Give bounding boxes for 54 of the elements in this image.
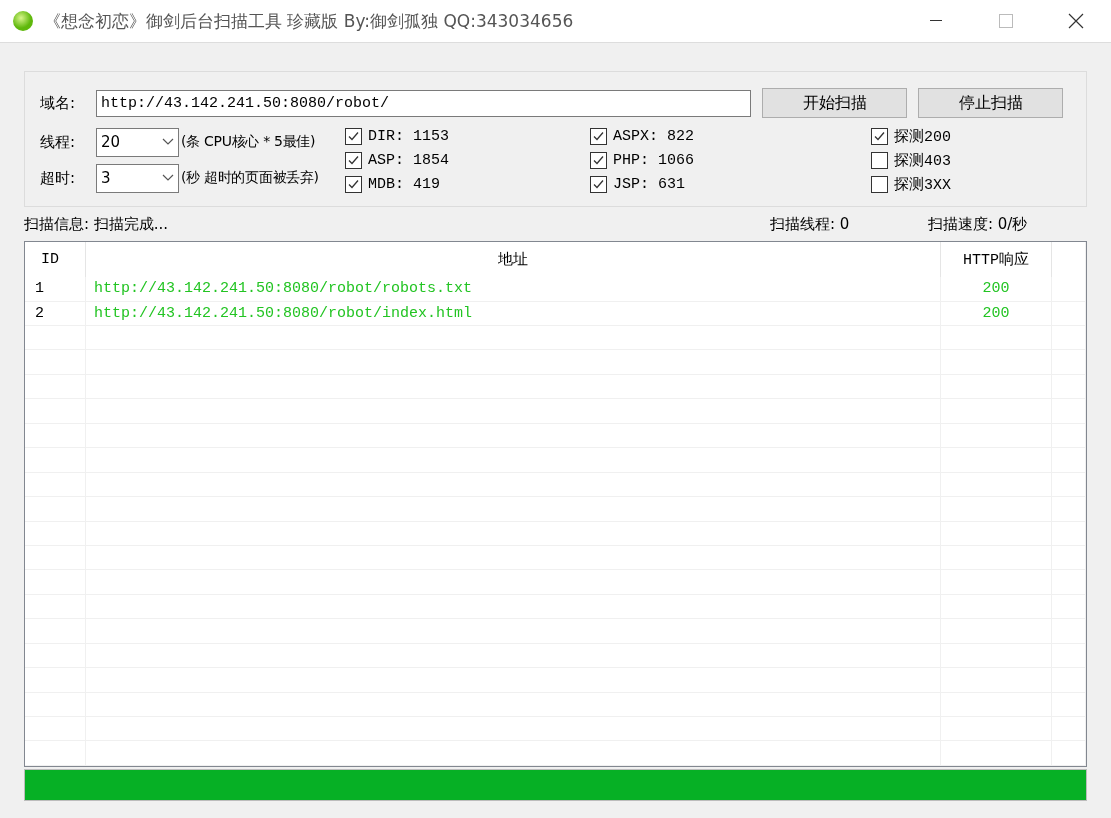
timeout-label: 超时: — [40, 168, 77, 188]
dropdown[interactable]: 3 — [96, 163, 179, 193]
table-cell: 2 — [25, 301, 86, 326]
window-title: 《想念初恋》御剑后台扫描工具 珍藏版 By:御剑孤独 QQ:343034656 — [44, 9, 575, 33]
domain-label: 域名: — [40, 93, 77, 113]
table-cell: 1 — [25, 277, 86, 301]
checkbox[interactable] — [590, 151, 607, 169]
column-header[interactable]: HTTP响应 — [941, 242, 1052, 278]
checkbox-label: JSP: 631 — [613, 175, 685, 193]
checkmark-icon — [347, 129, 360, 143]
threads-label: 线程: — [40, 132, 77, 152]
table-cell: 200 — [941, 301, 1052, 326]
checkmark-icon — [873, 129, 886, 143]
table-cell: http://43.142.241.50:8080/robot/robots.txt — [86, 277, 941, 301]
checkbox[interactable] — [345, 151, 362, 169]
checkbox[interactable] — [590, 127, 607, 145]
hint-text: (条 CPU核心 * 5最佳) — [181, 133, 316, 151]
app-icon — [12, 10, 34, 32]
checkmark-icon — [347, 177, 360, 191]
stop-scan-button[interactable]: 停止扫描 — [918, 88, 1063, 118]
scan-info: 扫描信息: 扫描完成... — [24, 214, 170, 234]
checkbox[interactable] — [871, 151, 888, 169]
checkbox-label: PHP: 1066 — [613, 151, 694, 169]
chevron-down-icon — [162, 138, 174, 146]
checkbox[interactable] — [345, 175, 362, 193]
maximize-icon — [999, 14, 1013, 28]
checkbox-label: MDB: 419 — [368, 175, 440, 193]
checkbox-label: 探测403 — [894, 151, 951, 170]
checkbox-label: ASP: 1854 — [368, 151, 449, 169]
scan-threads: 扫描线程: 0 — [770, 214, 851, 234]
checkmark-icon — [347, 153, 360, 167]
checkmark-icon — [592, 177, 605, 191]
column-header[interactable]: ID — [25, 242, 86, 278]
checkmark-icon — [592, 153, 605, 167]
domain-input[interactable]: http://43.142.241.50:8080/robot/ — [96, 89, 751, 117]
start-scan-button[interactable]: 开始扫描 — [762, 88, 907, 118]
checkbox-label: 探测3XX — [894, 175, 951, 194]
close-icon — [1068, 13, 1084, 29]
checkbox[interactable] — [871, 127, 888, 145]
minimize-icon — [930, 20, 942, 22]
hint-text: (秒 超时的页面被丢弃) — [181, 169, 319, 187]
table-cell: http://43.142.241.50:8080/robot/index.html — [86, 301, 941, 326]
checkbox[interactable] — [345, 127, 362, 145]
dropdown[interactable]: 20 — [96, 127, 179, 157]
chevron-down-icon — [162, 174, 174, 182]
scan-speed: 扫描速度: 0/秒 — [928, 214, 1029, 234]
checkbox[interactable] — [871, 175, 888, 193]
checkbox-label: ASPX: 822 — [613, 127, 694, 145]
checkbox-label: 探测200 — [894, 127, 951, 146]
table-cell: 200 — [941, 277, 1052, 301]
checkbox[interactable] — [590, 175, 607, 193]
checkmark-icon — [592, 129, 605, 143]
checkbox-label: DIR: 1153 — [368, 127, 449, 145]
column-header[interactable]: 地址 — [86, 242, 941, 278]
